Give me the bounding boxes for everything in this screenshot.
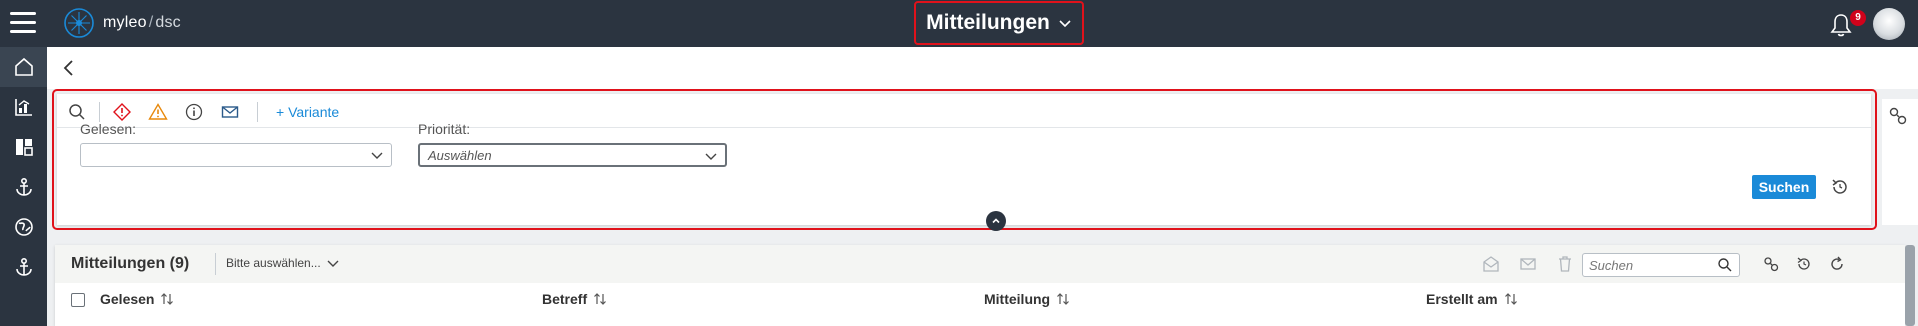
logo-text: myleo / dsc (103, 14, 181, 31)
sidebar-item-dashboard[interactable] (0, 127, 47, 167)
column-message[interactable]: Mitteilung (984, 291, 1070, 307)
avatar[interactable] (1873, 8, 1905, 40)
logo-mark-icon (64, 8, 94, 38)
column-read-label: Gelesen (100, 291, 155, 307)
sort-icon (1057, 293, 1070, 305)
mark-unread-button[interactable] (1519, 255, 1537, 273)
filter-panel-highlight (52, 89, 1877, 230)
list-header: Mitteilungen (9) Bitte auswählen... (55, 245, 1905, 283)
chevron-down-icon (1059, 20, 1071, 28)
clock-refresh-icon (1797, 257, 1810, 270)
chart-icon (14, 99, 32, 116)
back-bar (47, 47, 1918, 89)
trash-icon (1559, 256, 1571, 272)
messages-list-panel: Mitteilungen (9) Bitte auswählen... Such… (55, 245, 1905, 326)
sidebar-item-anchor[interactable] (0, 167, 47, 207)
delete-button[interactable] (1556, 255, 1574, 273)
filter-settings-area (1882, 99, 1918, 225)
select-all-checkbox[interactable] (71, 293, 85, 307)
anchor-icon (15, 177, 32, 196)
mail-open-icon (1483, 256, 1499, 272)
sidebar-item-anchor-2[interactable] (0, 247, 47, 287)
main-content: + Variante Gelesen: Priorität: Auswählen… (47, 47, 1918, 326)
menu-icon[interactable] (10, 12, 36, 34)
list-settings-button[interactable] (1762, 255, 1780, 273)
list-search-box (1582, 253, 1740, 277)
sort-icon (161, 293, 174, 305)
dashboard-icon (15, 139, 33, 156)
globe-icon (14, 218, 33, 236)
sidebar-item-home[interactable] (0, 47, 47, 87)
page-title: Mitteilungen (926, 11, 1050, 34)
back-arrow-icon[interactable] (59, 58, 79, 78)
list-title: Mitteilungen (9) (71, 255, 190, 272)
collapse-filter-button[interactable] (986, 211, 1006, 231)
home-icon (14, 57, 33, 76)
sidebar-item-statistics[interactable] (0, 87, 47, 127)
sidebar (0, 47, 47, 326)
search-icon[interactable] (1717, 257, 1733, 273)
column-created-at-label: Erstellt am (1426, 291, 1498, 307)
mail-icon (1520, 258, 1536, 270)
page-title-dropdown[interactable]: Mitteilungen (914, 1, 1084, 45)
column-subject[interactable]: Betreff (542, 291, 607, 307)
column-subject-label: Betreff (542, 291, 588, 307)
sort-icon (1504, 293, 1517, 305)
anchor-icon (15, 257, 32, 276)
column-created-at[interactable]: Erstellt am (1426, 291, 1518, 307)
refresh-button[interactable] (1828, 255, 1846, 273)
vertical-scrollbar[interactable] (1905, 245, 1915, 326)
settings-icon[interactable] (1887, 105, 1909, 127)
list-search-input[interactable] (1589, 257, 1709, 273)
column-read[interactable]: Gelesen (100, 291, 174, 307)
app-logo[interactable]: myleo / dsc (63, 7, 181, 39)
settings-icon (1764, 257, 1779, 272)
refresh-icon (1831, 256, 1843, 270)
variant-select[interactable]: Bitte auswählen... (226, 256, 339, 270)
variant-select-value: Bitte auswählen... (226, 256, 321, 270)
header-divider (215, 253, 216, 275)
notification-count-badge: 9 (1850, 10, 1866, 26)
sort-icon (594, 293, 607, 305)
chevron-down-icon (327, 260, 339, 267)
column-header-row: Gelesen Betreff Mitteilung Erstellt am (55, 283, 1905, 326)
sidebar-item-globe[interactable] (0, 207, 47, 247)
mark-read-button[interactable] (1482, 255, 1500, 273)
top-bar: myleo / dsc Mitteilungen 9 (0, 0, 1918, 47)
chevron-up-icon (992, 218, 1000, 224)
column-message-label: Mitteilung (984, 291, 1051, 307)
auto-refresh-button[interactable] (1795, 255, 1813, 273)
